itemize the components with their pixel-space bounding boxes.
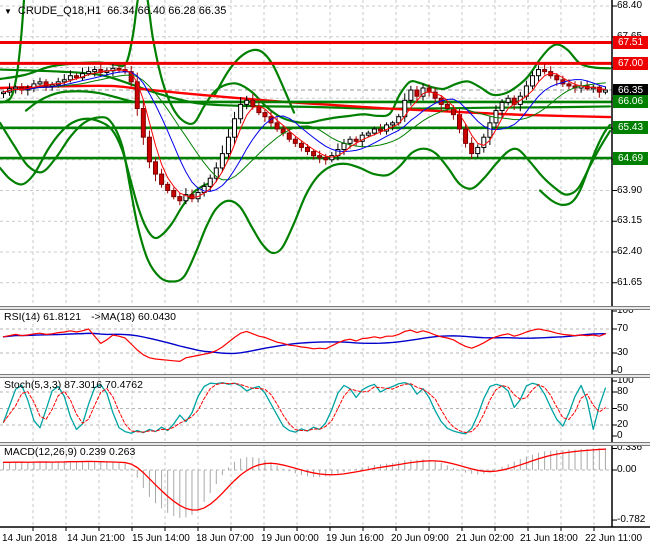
price-axis[interactable]: 68.4067.6566.9066.1565.4064.6563.9063.15…: [612, 0, 650, 527]
symbol-dropdown-icon[interactable]: ▼: [4, 6, 12, 17]
time-tick-label: 21 Jun 18:00: [520, 533, 578, 544]
time-tick-label: 19 Jun 00:00: [261, 533, 319, 544]
price-badge: 65.43: [613, 121, 648, 134]
time-tick-label: 14 Jun 21:00: [67, 533, 125, 544]
rsi-label: RSI(14) 61.8121 ->MA(18) 60.0430: [4, 311, 176, 323]
rsi-value-label: RSI(14) 61.8121: [4, 311, 81, 323]
price-tick-label: 63.90: [617, 185, 642, 196]
price-badge: 64.69: [613, 152, 648, 165]
stoch-label: Stoch(5,3,3) 87.3016 70.4762: [4, 379, 143, 391]
price-tick-label: 63.15: [617, 215, 642, 226]
price-tick-label: 61.65: [617, 277, 642, 288]
rsi-ma-label: ->MA(18) 60.0430: [91, 311, 176, 323]
panel-separator[interactable]: [0, 306, 650, 310]
rsi-tick-label: 70: [617, 323, 628, 334]
time-tick-label: 15 Jun 14:00: [132, 533, 190, 544]
time-axis[interactable]: 14 Jun 2018 14 Jun 21:00 15 Jun 14:00 18 Ju…: [0, 528, 650, 550]
macd-label: MACD(12,26,9) 0.239 0.263: [4, 446, 135, 458]
price-badge: 66.06: [613, 95, 648, 108]
stoch-value-label: Stoch(5,3,3) 87.3016 70.4762: [4, 379, 143, 391]
chart-title: ▼ CRUDE_Q18,H1 66.34 66.40 66.28 66.35: [4, 5, 226, 17]
time-tick-label: 21 Jun 02:00: [456, 533, 514, 544]
time-tick-label: 22 Jun 11:00: [585, 533, 642, 544]
stoch-tick-label: 50: [617, 403, 628, 414]
price-tick-label: 62.40: [617, 246, 642, 257]
macd-tick-label: 0.00: [617, 464, 636, 475]
stoch-tick-label: 80: [617, 386, 628, 397]
macd-value-label: MACD(12,26,9) 0.239 0.263: [4, 446, 135, 458]
macd-tick-label: -0.782: [617, 514, 645, 525]
time-tick-label: 20 Jun 09:00: [391, 533, 449, 544]
chart-canvas[interactable]: [0, 0, 650, 550]
price-tick-label: 68.40: [617, 0, 642, 11]
rsi-tick-label: 30: [617, 347, 628, 358]
time-tick-label: 19 Jun 16:00: [326, 533, 384, 544]
time-tick-label: 14 Jun 2018: [2, 533, 57, 544]
price-badge: 67.00: [613, 57, 648, 70]
chart-window: ▼ CRUDE_Q18,H1 66.34 66.40 66.28 66.35 RSI…: [0, 0, 650, 550]
panel-separator[interactable]: [0, 374, 650, 378]
symbol-label: CRUDE_Q18,H1: [18, 5, 101, 17]
price-badge: 67.51: [613, 36, 648, 49]
stoch-tick-label: 20: [617, 419, 628, 430]
time-tick-label: 18 Jun 07:00: [196, 533, 254, 544]
stoch-tick-label: 0: [617, 430, 623, 441]
ohlc-values: 66.34 66.40 66.28 66.35: [107, 5, 226, 17]
